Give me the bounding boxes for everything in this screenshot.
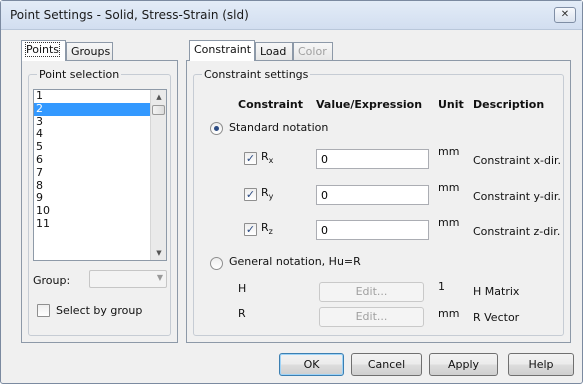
standard-notation-radio[interactable] [210,122,223,135]
tab-constraint-label: Constraint [194,43,252,56]
check-icon: ✓ [245,223,256,236]
h-unit: 1 [438,280,445,293]
constraint-y-unit: mm [438,181,460,194]
list-item[interactable]: 1 [34,90,166,103]
constraint-y-symbol: Ry [261,186,273,201]
tab-points[interactable]: Points [21,40,66,61]
scroll-thumb[interactable] [152,105,165,115]
group-select[interactable]: ▼ [89,270,167,288]
close-icon: ✕ [560,9,570,20]
header-unit: Unit [438,98,464,111]
r-unit: mm [438,307,460,320]
scroll-down-arrow-icon[interactable]: ▼ [151,246,166,260]
list-item[interactable]: 11 [34,217,166,231]
select-by-group-checkbox[interactable] [37,304,50,317]
r-description: R Vector [473,311,520,324]
list-item[interactable]: 10 [34,204,166,218]
ok-button[interactable]: OK [279,353,344,376]
list-item[interactable]: 9 [34,192,166,205]
point-selection-group: Point selection 1 2 3 4 5 6 7 8 9 10 11 ▲ ▼ Group:… [28,68,171,336]
title-bar: Point Settings - Solid, Stress-Strain (s… [1,1,582,30]
list-item[interactable]: 6 [34,153,166,167]
constraint-y-checkbox[interactable]: ✓ [244,188,257,201]
rx-subscript: x [268,156,274,165]
list-item[interactable]: 8 [34,179,166,193]
list-item[interactable]: 3 [34,115,166,129]
rz-symbol: R [261,221,269,234]
tab-points-label: Points [24,42,61,57]
point-selection-title: Point selection [37,68,122,81]
constraint-z-checkbox[interactable]: ✓ [244,223,257,236]
tab-load-label: Load [260,45,287,58]
general-notation-radio[interactable] [210,257,223,270]
help-button[interactable]: Help [508,353,574,376]
close-button[interactable]: ✕ [554,7,576,23]
window-title: Point Settings - Solid, Stress-Strain (s… [10,8,249,22]
general-notation-label: General notation, Hu=R [229,255,361,268]
header-description: Description [473,98,545,111]
constraint-z-symbol: Rz [261,221,273,236]
r-symbol: R [238,307,246,320]
list-item[interactable]: 5 [34,140,166,154]
scroll-up-arrow-icon[interactable]: ▲ [151,90,166,104]
constraint-x-checkbox[interactable]: ✓ [244,152,257,165]
constraint-z-value-input[interactable] [316,220,429,240]
constraint-settings-group: Constraint settings Constraint Value/Exp… [193,68,564,336]
header-constraint: Constraint [238,98,303,111]
list-scrollbar[interactable]: ▲ ▼ [150,90,166,260]
standard-notation-label: Standard notation [229,121,329,134]
check-icon: ✓ [245,188,256,201]
check-icon: ✓ [245,152,256,165]
constraint-x-description: Constraint x-dir. [473,154,562,167]
list-item[interactable]: 2 [34,102,166,116]
ry-subscript: y [268,192,274,201]
rz-subscript: z [268,227,273,236]
group-label: Group: [33,274,71,287]
point-settings-dialog: Point Settings - Solid, Stress-Strain (s… [0,0,583,384]
point-selection-list[interactable]: 1 2 3 4 5 6 7 8 9 10 11 ▲ ▼ [33,89,167,261]
points-panel: Point selection 1 2 3 4 5 6 7 8 9 10 11 ▲ ▼ Group:… [21,60,178,343]
constraint-x-unit: mm [438,145,460,158]
tab-color: Color [293,42,333,61]
rx-symbol: R [261,150,269,163]
h-symbol: H [238,282,247,295]
chevron-down-icon: ▼ [156,273,163,282]
constraint-x-symbol: Rx [261,150,273,165]
h-description: H Matrix [473,285,520,298]
apply-button[interactable]: Apply [429,353,498,376]
constraint-y-value-input[interactable] [316,185,429,205]
constraint-settings-title: Constraint settings [202,68,311,81]
tab-color-label: Color [298,45,327,58]
constraint-z-unit: mm [438,216,460,229]
constraint-z-description: Constraint z-dir. [473,225,561,238]
select-by-group-label: Select by group [56,304,143,317]
header-value: Value/Expression [316,98,423,111]
edit-h-matrix-button[interactable]: Edit... [319,282,424,302]
constraint-y-description: Constraint y-dir. [473,190,561,203]
constraint-panel: Constraint settings Constraint Value/Exp… [186,60,571,343]
list-item[interactable]: 7 [34,166,166,180]
tab-groups[interactable]: Groups [66,42,113,61]
cancel-button[interactable]: Cancel [351,353,422,376]
edit-r-vector-button[interactable]: Edit... [319,307,424,327]
tab-groups-label: Groups [71,45,111,58]
tab-constraint[interactable]: Constraint [189,40,255,61]
constraint-x-value-input[interactable] [316,149,429,169]
list-item[interactable]: 4 [34,128,166,141]
tab-load[interactable]: Load [255,42,293,61]
ry-symbol: R [261,186,269,199]
